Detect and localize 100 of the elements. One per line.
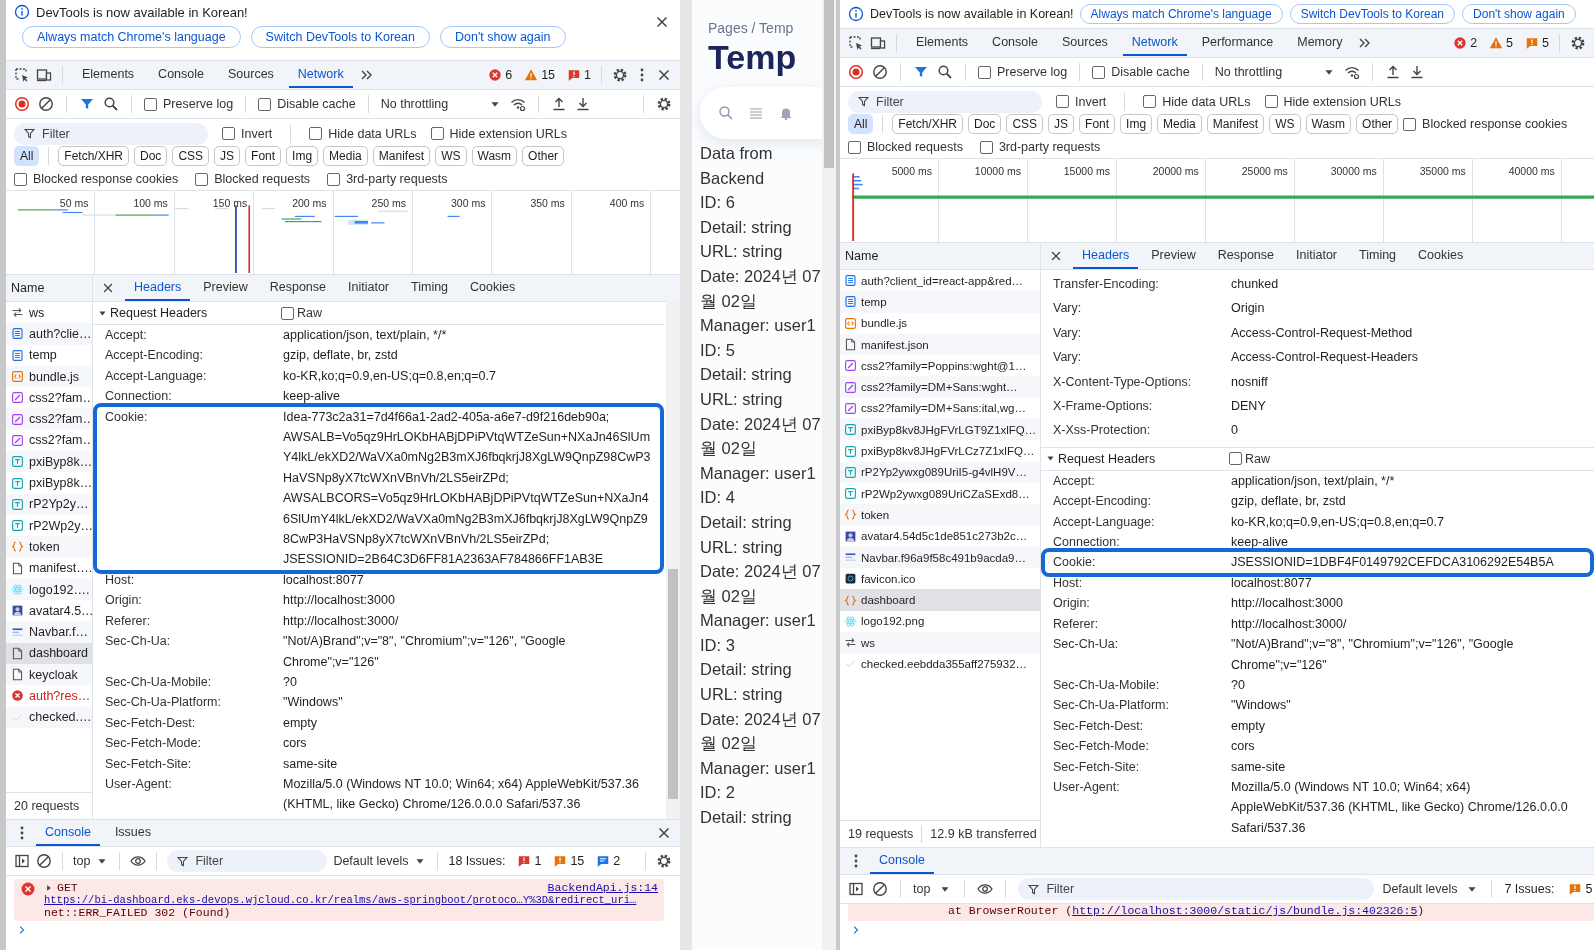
scrollbar[interactable] (822, 0, 836, 950)
close-icon[interactable] (101, 281, 115, 295)
request-row[interactable]: css2?family=Poppins:wght@1… (840, 355, 1040, 377)
request-row[interactable]: css2?fam… (6, 387, 92, 409)
context-select[interactable]: top (913, 882, 953, 896)
levels-select[interactable]: Default levels (1382, 882, 1480, 896)
panel-tab[interactable]: Elements (73, 62, 144, 88)
detail-tab[interactable]: Response (1208, 243, 1283, 269)
type-filter-chip[interactable]: Wasm (471, 146, 518, 166)
filter-field[interactable]: Filter (14, 122, 208, 145)
request-row[interactable]: temp (6, 344, 92, 366)
section-title[interactable]: Request Headers (110, 306, 281, 320)
source-link[interactable]: BackendApi.js:14 (547, 881, 658, 894)
detail-tab[interactable]: Headers (1073, 243, 1139, 269)
checkbox[interactable]: Preserve log (144, 97, 234, 111)
panel-tab[interactable]: Sources (1053, 30, 1117, 56)
type-filter-chip[interactable]: Doc (968, 114, 1002, 134)
request-row[interactable]: manifest…. (6, 557, 92, 579)
filter-icon[interactable] (79, 96, 95, 112)
filter-icon[interactable] (913, 64, 929, 80)
eye-icon[interactable] (130, 853, 147, 869)
type-filter-chip[interactable]: Img (1120, 114, 1153, 134)
infobar-button[interactable]: Switch DevTools to Korean (250, 26, 430, 48)
filter-field[interactable]: Filter (848, 90, 1042, 113)
request-row[interactable]: dashboard (840, 589, 1040, 611)
request-row[interactable]: avatar4.54d5c1de851c273b2c… (840, 525, 1040, 547)
type-filter-chip[interactable]: Manifest (1206, 114, 1265, 134)
download-icon[interactable] (575, 96, 592, 112)
type-filter-chip[interactable]: JS (1048, 114, 1075, 134)
drawer-tab[interactable]: Issues (105, 820, 160, 846)
infobar-button[interactable]: Always match Chrome's language (22, 26, 241, 48)
request-row[interactable]: dashboard (6, 642, 92, 665)
panel-tab[interactable]: Network (288, 62, 353, 88)
network-conditions-icon[interactable] (1344, 64, 1361, 80)
checkbox[interactable]: Blocked response cookies (14, 172, 179, 186)
detail-tab[interactable]: Timing (1350, 243, 1406, 269)
scrollbar[interactable] (666, 301, 680, 819)
type-filter-chip[interactable]: Font (245, 146, 282, 166)
column-header[interactable]: Name (6, 275, 92, 302)
clear-icon[interactable] (36, 853, 52, 869)
device-icon[interactable] (870, 35, 886, 51)
filter-field[interactable]: Filter (1018, 878, 1375, 900)
infobar-button[interactable]: Don't show again (440, 26, 566, 48)
request-row[interactable]: Navbar.f96a9f58c491b9acda9… (840, 546, 1040, 569)
panel-tab[interactable]: Memory (1288, 30, 1352, 56)
checkbox[interactable]: Hide data URLs (1143, 94, 1251, 109)
record-icon[interactable] (848, 64, 864, 80)
detail-tab[interactable]: Response (260, 275, 335, 301)
url-link[interactable]: https://bi-dashboard.eks-devops.wjcloud.co.kr/realms/aws-springboot/protoco…Y%3D&redirect_uri… (44, 894, 658, 906)
checkbox[interactable]: Invert (222, 126, 273, 141)
throttling-select[interactable]: No throttling (380, 97, 503, 111)
search-icon[interactable] (937, 64, 953, 80)
request-row[interactable]: pxiByp8k… (6, 451, 92, 473)
request-row[interactable]: auth?client_id=react-app&red… (840, 270, 1040, 292)
request-row[interactable]: css2?fam… (6, 429, 92, 452)
context-select[interactable]: top (73, 854, 110, 868)
request-row[interactable]: temp (840, 291, 1040, 313)
checkbox[interactable]: Hide data URLs (309, 126, 417, 141)
inspect-icon[interactable] (848, 35, 864, 51)
settings-icon[interactable] (612, 67, 628, 83)
type-filter-chip[interactable]: Font (1079, 114, 1116, 134)
close-icon[interactable] (656, 825, 672, 841)
type-filter-chip[interactable]: Fetch/XHR (892, 114, 964, 134)
checkbox[interactable]: Invert (1056, 94, 1107, 109)
type-filter-chip[interactable]: Manifest (372, 146, 431, 166)
eye-icon[interactable] (977, 881, 994, 897)
infobar-button[interactable]: Always match Chrome's language (1079, 4, 1283, 24)
type-filter-chip[interactable]: Wasm (1305, 114, 1352, 134)
request-row[interactable]: Navbar.f… (6, 621, 92, 643)
checkbox[interactable]: 3rd-party requests (327, 172, 448, 186)
close-icon[interactable] (1049, 249, 1063, 263)
request-row[interactable]: bundle.js (6, 365, 92, 388)
section-title[interactable]: Request Headers (1058, 451, 1229, 466)
detail-tab[interactable]: Initiator (1287, 243, 1346, 269)
drawer-tab[interactable]: Console (36, 820, 100, 846)
throttling-select[interactable]: No throttling (1214, 65, 1337, 79)
type-filter-chip[interactable]: WS (1269, 114, 1301, 134)
detail-tab[interactable]: Preview (1142, 243, 1205, 269)
request-row[interactable]: auth?clie… (6, 323, 92, 345)
close-icon[interactable] (656, 67, 672, 83)
panel-tab[interactable]: Elements (907, 30, 978, 56)
detail-tab[interactable]: Initiator (339, 275, 398, 301)
type-filter-chip[interactable]: All (848, 114, 874, 134)
request-row[interactable]: checked.… (6, 706, 92, 728)
upload-icon[interactable] (1385, 64, 1402, 80)
device-icon[interactable] (36, 67, 52, 83)
detail-tab[interactable]: Timing (402, 275, 458, 301)
levels-select[interactable]: Default levels (333, 854, 428, 868)
clear-icon[interactable] (872, 64, 888, 80)
request-row[interactable]: pxiByp8kv8JHgFVrLGT9Z1xlFQ… (840, 419, 1040, 441)
network-conditions-icon[interactable] (510, 96, 527, 112)
panel-tab[interactable]: Console (149, 62, 213, 88)
detail-tab[interactable]: Preview (194, 275, 257, 301)
settings-icon[interactable] (656, 96, 672, 112)
clear-icon[interactable] (38, 96, 54, 112)
request-row[interactable]: pxiByp8k… (6, 472, 92, 494)
request-row[interactable]: favicon.ico (840, 568, 1040, 590)
settings-icon[interactable] (656, 853, 672, 869)
request-row[interactable]: logo192.png (840, 610, 1040, 633)
filter-field[interactable]: Filter (167, 850, 328, 872)
